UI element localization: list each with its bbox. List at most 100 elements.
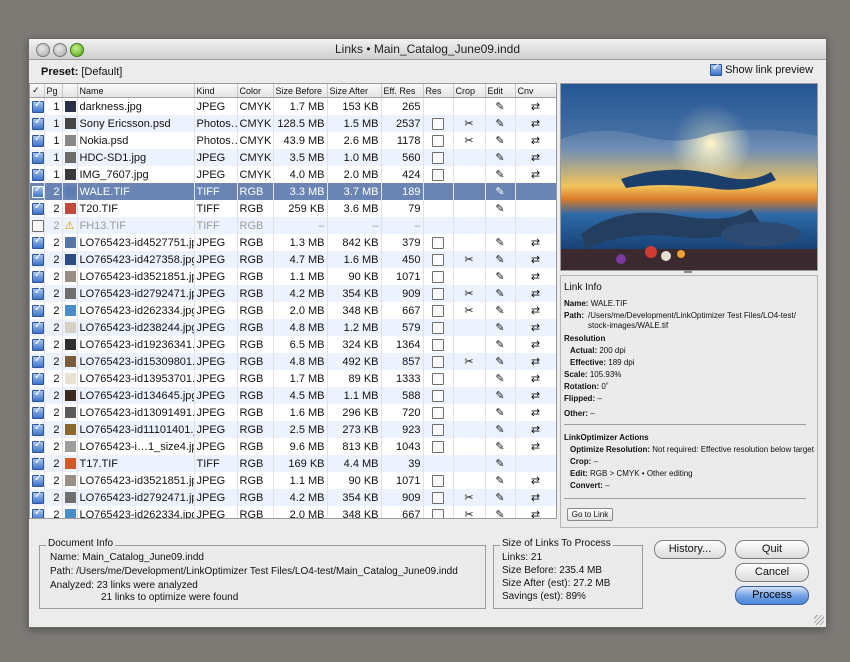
res-checkbox[interactable] <box>432 151 444 164</box>
row-include-checkbox[interactable] <box>32 167 43 181</box>
convert-icon[interactable]: ⇄ <box>531 287 540 300</box>
table-row[interactable]: 2 T17.TIFTIFFRGB169 KB4.4 MB39 ✎ <box>30 455 556 472</box>
pencil-icon[interactable]: ✎ <box>495 117 504 130</box>
res-checkbox[interactable] <box>432 236 444 249</box>
col-header-res[interactable]: Res <box>423 84 454 98</box>
pencil-icon[interactable]: ✎ <box>495 389 504 402</box>
convert-icon[interactable]: ⇄ <box>531 440 540 453</box>
convert-icon[interactable]: ⇄ <box>531 253 540 266</box>
row-include-checkbox[interactable] <box>32 150 43 164</box>
table-row[interactable]: 2 LO765423-id262334.jpgJPEGRGB2.0 MB348 K… <box>30 302 556 319</box>
res-checkbox[interactable] <box>432 270 444 283</box>
scissors-icon[interactable]: ✂ <box>464 287 473 300</box>
col-header-size-before[interactable]: Size Before <box>273 84 328 98</box>
window-resize-grip[interactable] <box>814 615 824 625</box>
col-header-eff-res[interactable]: Eff. Res <box>381 84 424 98</box>
pencil-icon[interactable]: ✎ <box>495 287 504 300</box>
col-header-page[interactable]: Pg <box>44 84 63 98</box>
convert-icon[interactable]: ⇄ <box>531 168 540 181</box>
row-include-checkbox[interactable] <box>32 184 43 198</box>
table-row[interactable]: 2 LO765423-id19236341.jpgJPEGRGB6.5 MB324… <box>30 336 556 353</box>
preview-resize-grip[interactable] <box>684 270 692 273</box>
table-row[interactable]: 1 IMG_7607.jpgJPEGCMYK4.0 MB2.0 MB424 ✎ ⇄ <box>30 166 556 183</box>
table-row[interactable]: 1 Sony Ericsson.psdPhotos…CMYK128.5 MB1.5… <box>30 115 556 132</box>
table-row[interactable]: 2 LO765423-id238244.jpgJPEGRGB4.8 MB1.2 M… <box>30 319 556 336</box>
table-row[interactable]: 2 LO765423-id262334.jpgJPEGRGB2.0 MB348 K… <box>30 506 556 518</box>
row-include-checkbox[interactable] <box>32 133 43 147</box>
convert-icon[interactable]: ⇄ <box>531 491 540 504</box>
convert-icon[interactable]: ⇄ <box>531 474 540 487</box>
scissors-icon[interactable]: ✂ <box>464 304 473 317</box>
preset-value[interactable]: [Default] <box>81 66 122 78</box>
table-row[interactable]: 2 LO765423-id11101401.jpgJPEGRGB2.5 MB273… <box>30 421 556 438</box>
convert-icon[interactable]: ⇄ <box>531 134 540 147</box>
row-include-checkbox[interactable] <box>32 320 43 334</box>
col-header-kind[interactable]: Kind <box>194 84 238 98</box>
pencil-icon[interactable]: ✎ <box>495 134 504 147</box>
convert-icon[interactable]: ⇄ <box>531 321 540 334</box>
table-row[interactable]: 2 LO765423-id13953701.jpgJPEGRGB1.7 MB89 … <box>30 370 556 387</box>
process-button[interactable]: Process <box>735 586 809 605</box>
col-header-crop[interactable]: Crop <box>453 84 486 98</box>
res-checkbox[interactable] <box>432 134 444 147</box>
col-header-edit[interactable]: Edit <box>485 84 516 98</box>
table-row[interactable]: 2 LO765423-i…1_size4.jpgJPEGRGB9.6 MB813 … <box>30 438 556 455</box>
pencil-icon[interactable]: ✎ <box>495 338 504 351</box>
table-row[interactable]: 2 T20.TIFTIFFRGB259 KB3.6 MB79 ✎ <box>30 200 556 217</box>
row-include-checkbox[interactable] <box>32 269 43 283</box>
row-include-checkbox[interactable] <box>32 252 43 266</box>
scissors-icon[interactable]: ✂ <box>464 253 473 266</box>
row-include-checkbox[interactable] <box>32 219 43 232</box>
pencil-icon[interactable]: ✎ <box>495 491 504 504</box>
pencil-icon[interactable]: ✎ <box>495 304 504 317</box>
convert-icon[interactable]: ⇄ <box>531 270 540 283</box>
row-include-checkbox[interactable] <box>32 456 43 470</box>
table-row[interactable]: 2 LO765423-id134645.jpgJPEGRGB4.5 MB1.1 M… <box>30 387 556 404</box>
pencil-icon[interactable]: ✎ <box>495 270 504 283</box>
res-checkbox[interactable] <box>432 355 444 368</box>
table-row[interactable]: 1 HDC-SD1.jpgJPEGCMYK3.5 MB1.0 MB560 ✎ ⇄ <box>30 149 556 166</box>
res-checkbox[interactable] <box>432 287 444 300</box>
pencil-icon[interactable]: ✎ <box>495 457 504 470</box>
row-include-checkbox[interactable] <box>32 422 43 436</box>
row-include-checkbox[interactable] <box>32 371 43 385</box>
show-link-preview-option[interactable]: Show link preview <box>710 62 813 77</box>
res-checkbox[interactable] <box>432 440 444 453</box>
row-include-checkbox[interactable] <box>32 201 43 215</box>
convert-icon[interactable]: ⇄ <box>531 372 540 385</box>
show-link-preview-checkbox[interactable] <box>710 62 722 77</box>
convert-icon[interactable]: ⇄ <box>531 406 540 419</box>
pencil-icon[interactable]: ✎ <box>495 355 504 368</box>
table-row[interactable]: 2 LO765423-id2792471.jpgJPEGRGB4.2 MB354 … <box>30 489 556 506</box>
row-include-checkbox[interactable] <box>32 286 43 300</box>
col-header-cnv[interactable]: Cnv <box>515 84 556 98</box>
res-checkbox[interactable] <box>432 389 444 402</box>
res-checkbox[interactable] <box>432 117 444 130</box>
col-header-thumb[interactable] <box>62 84 78 98</box>
scissors-icon[interactable]: ✂ <box>464 134 473 147</box>
table-row[interactable]: 2 LO765423-id3521851.jpgJPEGRGB1.1 MB90 K… <box>30 472 556 489</box>
table-row[interactable]: 1 Nokia.psdPhotos…CMYK43.9 MB2.6 MB1178 ✂ ✎… <box>30 132 556 149</box>
pencil-icon[interactable]: ✎ <box>495 372 504 385</box>
title-bar[interactable]: Links • Main_Catalog_June09.indd <box>29 39 826 60</box>
quit-button[interactable]: Quit <box>735 540 809 559</box>
pencil-icon[interactable]: ✎ <box>495 202 504 215</box>
res-checkbox[interactable] <box>432 168 444 181</box>
scissors-icon[interactable]: ✂ <box>464 355 473 368</box>
go-to-link-button[interactable]: Go to Link <box>567 508 613 521</box>
res-checkbox[interactable] <box>432 338 444 351</box>
table-row[interactable]: 2 LO765423-id3521851.jpgJPEGRGB1.1 MB90 K… <box>30 268 556 285</box>
convert-icon[interactable]: ⇄ <box>531 423 540 436</box>
row-include-checkbox[interactable] <box>32 235 43 249</box>
pencil-icon[interactable]: ✎ <box>495 151 504 164</box>
convert-icon[interactable]: ⇄ <box>531 236 540 249</box>
row-include-checkbox[interactable] <box>32 490 43 504</box>
res-checkbox[interactable] <box>432 321 444 334</box>
convert-icon[interactable]: ⇄ <box>531 151 540 164</box>
pencil-icon[interactable]: ✎ <box>495 423 504 436</box>
row-include-checkbox[interactable] <box>32 439 43 453</box>
history-button[interactable]: History... <box>654 540 726 559</box>
convert-icon[interactable]: ⇄ <box>531 338 540 351</box>
row-include-checkbox[interactable] <box>32 388 43 402</box>
res-checkbox[interactable] <box>432 372 444 385</box>
